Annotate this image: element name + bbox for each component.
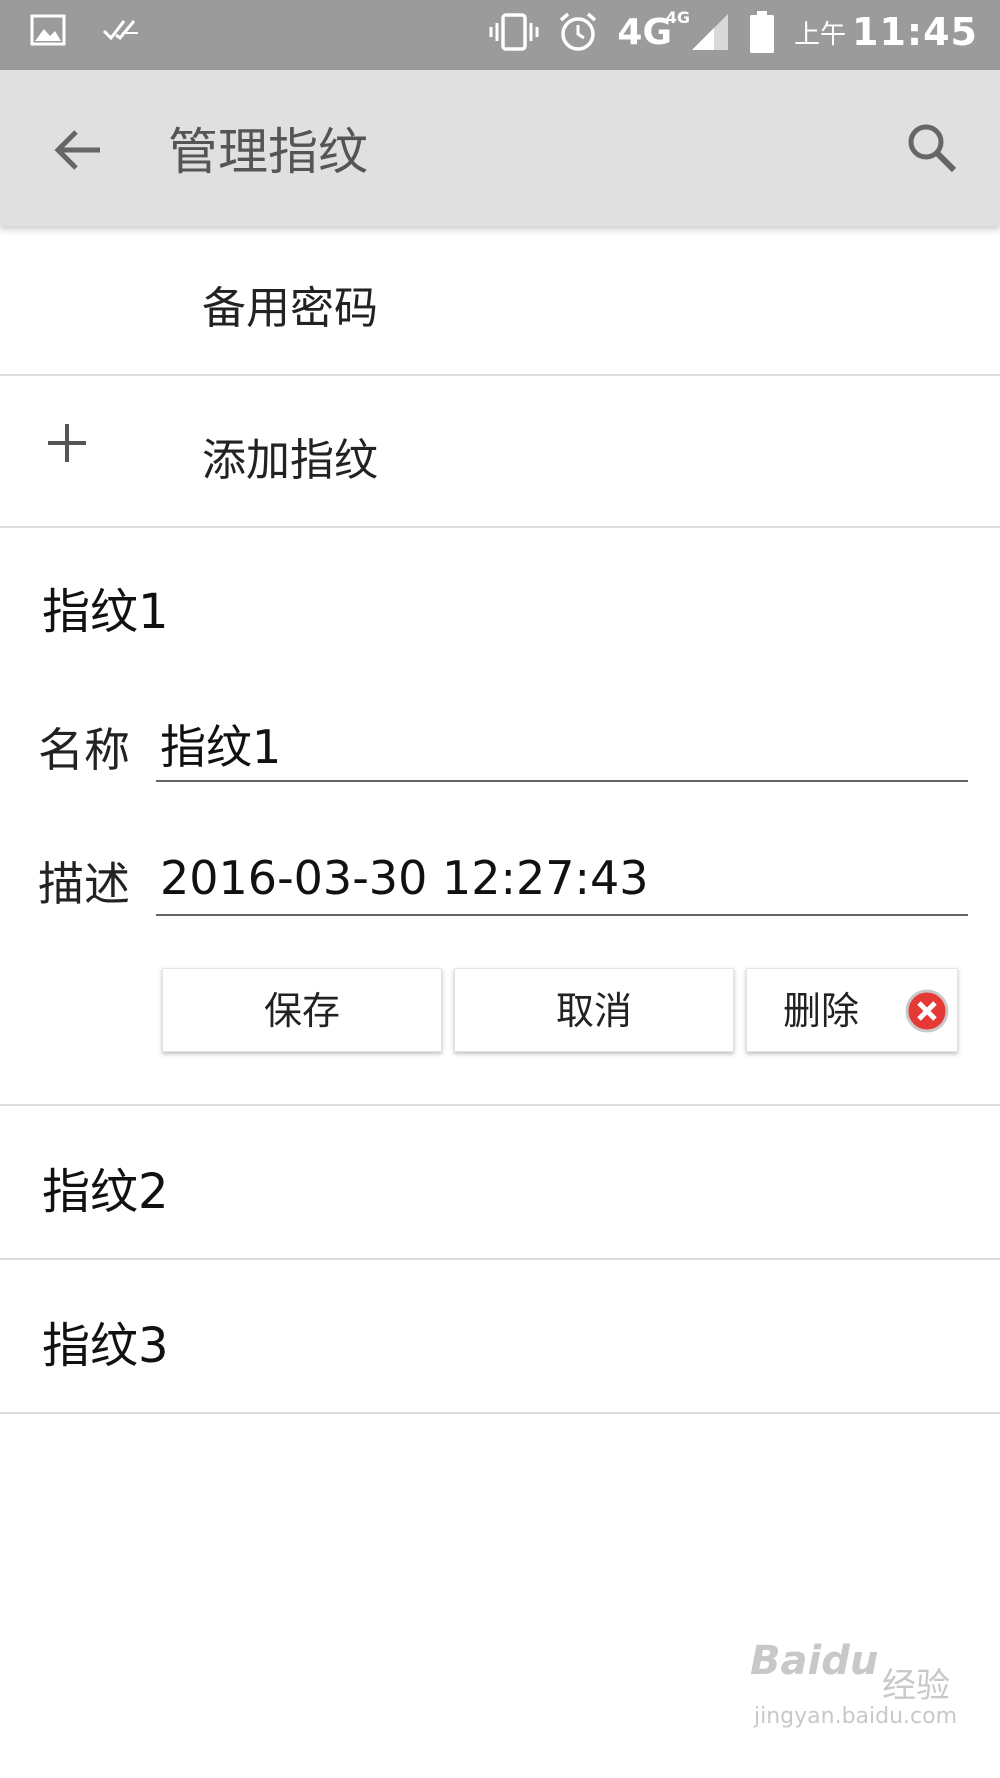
fingerprint-1-title[interactable]: 指纹1 [42,572,169,642]
delete-label: 删除 [783,989,860,1033]
plus-icon [48,424,86,462]
status-ampm: 上午 [794,19,847,50]
status-time: 11:45 [852,10,978,54]
delete-button[interactable]: 删除 [746,968,958,1052]
arrow-back-icon[interactable] [48,120,108,180]
fingerprint-item[interactable]: 指纹3 [0,1260,1000,1414]
save-button[interactable]: 保存 [162,968,442,1052]
name-label: 名称 [38,723,130,777]
description-field[interactable] [156,842,968,916]
name-field[interactable] [156,708,968,782]
page-title: 管理指纹 [168,123,368,181]
baidu-watermark: Baidu 经验 jingyan.baidu.com [750,1638,957,1748]
fingerprint-item[interactable]: 指纹2 [0,1106,1000,1260]
gallery-icon [30,14,66,46]
fingerprint-1-editor: 指纹1 名称 描述 保存 取消 删除 [0,528,1000,1106]
add-fingerprint-label: 添加指纹 [202,435,378,486]
app-bar: 管理指纹 [0,70,1000,226]
signal-icon [692,14,729,50]
description-label: 描述 [38,857,130,911]
fingerprint-manage-screen: 4G 4G 上午 11:45 管理指纹 备用密码 添加指纹 指纹1 名称 指纹1… [0,0,1000,1778]
network-type: 4G 4G [617,7,691,53]
status-bar: 4G 4G 上午 11:45 [0,0,1000,70]
battery-icon [750,11,775,53]
fingerprint-label: 指纹2 [42,1164,169,1220]
backup-password-item[interactable]: 备用密码 [0,226,1000,376]
backup-password-label: 备用密码 [202,283,378,334]
search-icon[interactable] [904,120,960,176]
watermark-brand-cn: 经验 [882,1666,950,1706]
delete-x-icon [905,989,949,1033]
checkmarks-icon [102,20,138,41]
fingerprint-label: 指纹3 [42,1318,169,1374]
vibrate-icon [489,13,539,51]
add-fingerprint-item[interactable]: 添加指纹 [0,376,1000,528]
alarm-icon [560,12,597,51]
cancel-button[interactable]: 取消 [454,968,734,1052]
watermark-url: jingyan.baidu.com [754,1704,958,1729]
watermark-brand: Baidu [750,1638,879,1684]
